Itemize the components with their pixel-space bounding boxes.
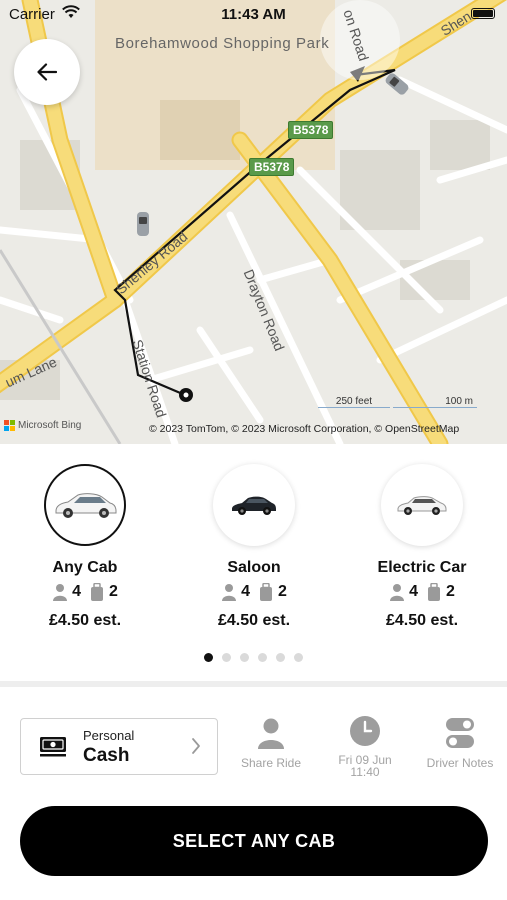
page-dot[interactable] <box>204 653 213 662</box>
vehicle-image[interactable] <box>213 464 295 546</box>
battery-icon <box>471 8 495 19</box>
page-dot[interactable] <box>240 653 249 662</box>
vehicle-price: £4.50 est. <box>217 612 291 629</box>
road-shield: B5378 <box>249 158 295 176</box>
clock: 11:43 AM <box>221 6 286 23</box>
vehicle-name: Electric Car <box>377 559 467 576</box>
passenger-count: 4 <box>72 583 81 600</box>
select-vehicle-button[interactable]: SELECT ANY CAB <box>20 806 488 876</box>
vehicle-image[interactable] <box>381 464 463 546</box>
driver-notes-option[interactable]: Driver Notes <box>419 716 501 770</box>
map-view[interactable]: Borehamwood Shopping Park B5378 B5378 Sh… <box>0 0 507 444</box>
vehicle-price: £4.50 est. <box>385 612 459 629</box>
payment-method-label: Cash <box>83 745 130 766</box>
share-ride-option[interactable]: Share Ride <box>234 716 308 770</box>
page-dot[interactable] <box>294 653 303 662</box>
scale-bar-meters: 100 m <box>393 396 477 408</box>
payment-account-type: Personal <box>83 728 135 743</box>
passenger-count: 4 <box>241 583 250 600</box>
share-ride-label: Share Ride <box>240 756 302 770</box>
passenger-icon <box>222 584 237 601</box>
section-divider <box>0 681 507 687</box>
white-prius-icon <box>55 493 117 518</box>
bing-logo: Microsoft Bing <box>4 420 81 431</box>
back-button[interactable] <box>14 39 80 105</box>
vehicle-capacity: 4 2 <box>179 583 329 601</box>
arrow-left-icon <box>37 63 57 81</box>
microsoft-logo-icon <box>4 420 15 431</box>
page-indicator[interactable] <box>0 653 507 662</box>
page-dot[interactable] <box>258 653 267 662</box>
pickup-time: 11:40 <box>350 765 380 779</box>
vehicle-name: Any Cab <box>52 559 118 576</box>
pickup-time-option[interactable]: Fri 09 Jun 11:40 <box>328 714 402 778</box>
page-dot[interactable] <box>276 653 285 662</box>
luggage-icon <box>428 583 440 601</box>
driver-notes-label: Driver Notes <box>426 756 494 770</box>
passenger-icon <box>53 584 68 601</box>
chevron-right-icon <box>192 738 200 754</box>
vehicle-option-electric-car[interactable]: Electric Car 4 2 £4.50 est. <box>347 464 497 630</box>
scale-bar-feet: 250 feet <box>318 396 390 408</box>
white-electric-car-icon <box>397 496 447 515</box>
luggage-icon <box>260 583 272 601</box>
passenger-icon <box>390 584 405 601</box>
vehicle-name: Saloon <box>227 559 281 576</box>
page-dot[interactable] <box>222 653 231 662</box>
vehicle-option-saloon[interactable]: Saloon 4 2 £4.50 est. <box>179 464 329 630</box>
map-car-icon <box>137 212 149 236</box>
vehicle-capacity: 4 2 <box>10 583 160 601</box>
map-attribution[interactable]: © 2023 TomTom, © 2023 Microsoft Corporat… <box>149 423 459 435</box>
luggage-icon <box>91 583 103 601</box>
vehicle-capacity: 4 2 <box>347 583 497 601</box>
passenger-count: 4 <box>409 583 418 600</box>
luggage-count: 2 <box>109 583 118 600</box>
person-icon <box>258 718 284 749</box>
vehicle-price: £4.50 est. <box>48 612 122 629</box>
clock-icon <box>350 716 380 746</box>
vehicle-image[interactable] <box>44 464 126 546</box>
luggage-count: 2 <box>446 583 455 600</box>
toggle-icon <box>446 718 474 748</box>
luggage-count: 2 <box>278 583 287 600</box>
road-shield: B5378 <box>288 121 334 139</box>
payment-method-selector[interactable]: Personal Cash <box>20 718 218 775</box>
map-car-icon <box>385 73 409 95</box>
poi-label: Borehamwood Shopping Park <box>115 35 330 52</box>
status-bar: Carrier 11:43 AM <box>0 0 507 30</box>
shopping-park-building <box>160 100 240 160</box>
vehicle-selector[interactable]: Any Cab 4 2 £4.50 est. Saloon 4 2 £4.50 … <box>0 444 507 680</box>
cash-icon <box>40 737 66 757</box>
bing-logo-text: Microsoft Bing <box>18 420 82 431</box>
vehicle-option-any-cab[interactable]: Any Cab 4 2 £4.50 est. <box>10 464 160 630</box>
black-saloon-icon <box>232 496 276 515</box>
